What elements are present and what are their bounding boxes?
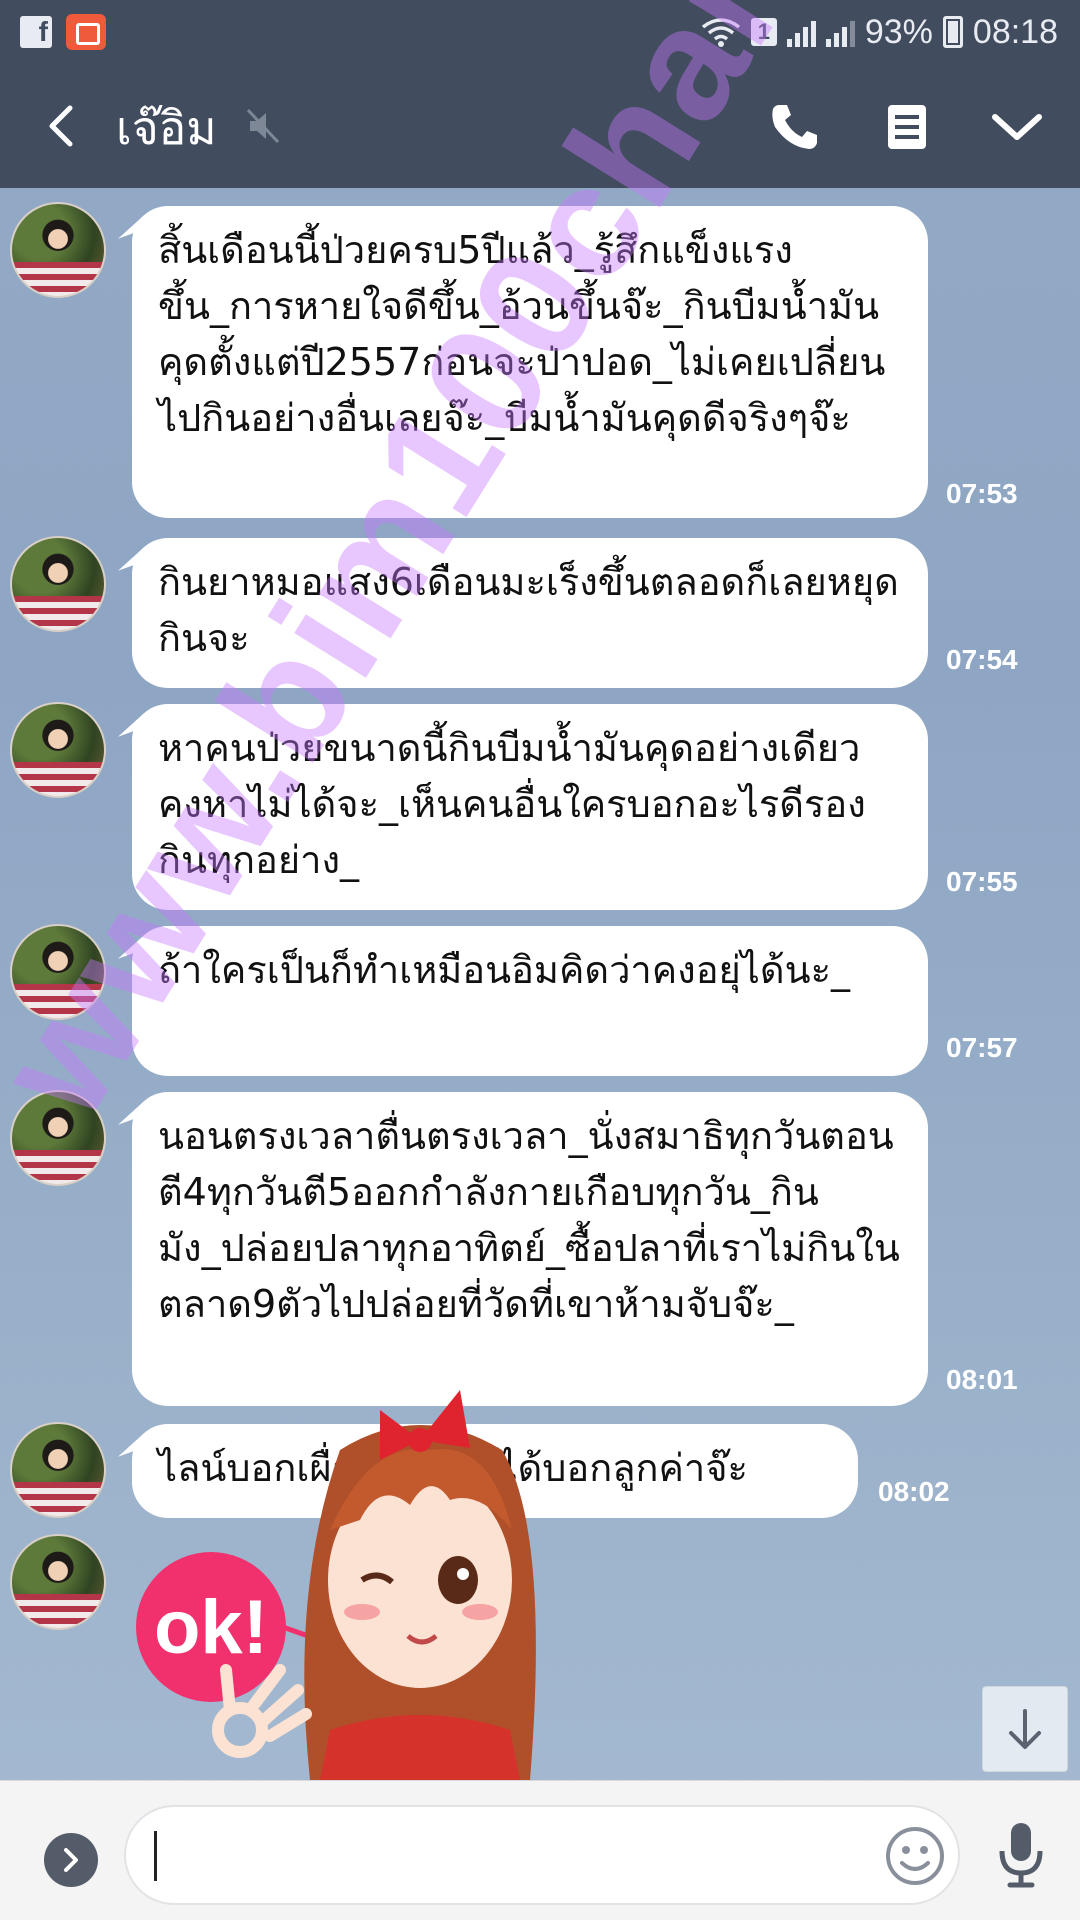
message-composer [0,1780,1080,1920]
mute-icon [246,108,280,144]
clock: 08:18 [972,12,1058,51]
message-bubble[interactable]: สิ้นเดือนนี้ป่วยครบ5ปีแล้ว_รู้สึกแข็งแรง… [132,206,928,518]
chevron-left-icon [49,105,73,147]
message-text: สิ้นเดือนนี้ป่วยครบ5ปีแล้ว_รู้สึกแข็งแรง… [158,228,886,440]
battery-icon [942,16,963,48]
app-notification-icon [66,14,106,50]
signal-icon [786,17,816,47]
status-bar: f 1 93% 08:18 [0,0,1080,64]
message-bubble[interactable]: หาคนป่วยขนาดนี้กินบีมน้ำมันคุดอย่างเดียว… [132,704,928,910]
chevron-right-icon [64,1848,78,1872]
message-bubble[interactable]: กินยาหมอแสง6เดือนมะเร็งขึ้นตลอดก็เลยหยุด… [132,538,928,688]
phone-icon [772,105,817,149]
message-text: นอนตรงเวลาตื่นตรงเวลา_นั่งสมาธิทุกวันตอน… [158,1114,900,1326]
avatar[interactable] [10,702,106,798]
emoji-icon[interactable] [884,1825,946,1887]
message-text: หาคนป่วยขนาดนี้กินบีมน้ำมันคุดอย่างเดียว… [158,726,866,882]
message-time: 07:54 [946,644,1018,675]
facebook-notification-icon: f [20,16,52,48]
message-time: 07:57 [946,1032,1018,1063]
back-button[interactable] [30,96,90,156]
message-input[interactable] [124,1805,960,1905]
expand-menu-button[interactable] [44,1833,98,1887]
message-text: กินยาหมอแสง6เดือนมะเร็งขึ้นตลอดก็เลยหยุด… [158,560,899,660]
microphone-icon[interactable] [990,1819,1052,1891]
ok-sticker[interactable]: ok! [130,1330,610,1780]
message-bubble[interactable]: ถ้าใครเป็นก็ทำเหมือนอิมคิดว่าคงอยุ่ได้นะ… [132,926,928,1076]
signal-2-icon [825,17,855,47]
wifi-icon [701,18,740,47]
message-time: 07:53 [946,478,1018,509]
text-cursor [154,1831,157,1881]
scroll-down-button[interactable] [982,1686,1068,1772]
notes-icon [888,105,926,149]
call-button[interactable] [760,92,830,162]
avatar[interactable] [10,1090,106,1186]
chevron-down-icon [992,114,1042,140]
arrow-down-icon [1009,1709,1041,1749]
avatar[interactable] [10,1422,106,1518]
battery-percent: 93% [864,12,933,51]
sim-badge: 1 [750,18,777,46]
message-text: ถ้าใครเป็นก็ทำเหมือนอิมคิดว่าคงอยุ่ได้นะ… [158,948,850,992]
notes-button[interactable] [872,92,942,162]
avatar[interactable] [10,536,106,632]
menu-expand-button[interactable] [982,92,1052,162]
anime-girl-illustration [212,1390,536,1780]
avatar[interactable] [10,202,106,298]
message-time: 07:55 [946,866,1018,897]
chat-header: เจ๊อิม [0,64,1080,188]
message-time: 08:02 [878,1476,950,1507]
avatar[interactable] [10,924,106,1020]
avatar[interactable] [10,1534,106,1630]
chat-title[interactable]: เจ๊อิม [116,92,217,165]
message-time: 08:01 [946,1364,1018,1395]
